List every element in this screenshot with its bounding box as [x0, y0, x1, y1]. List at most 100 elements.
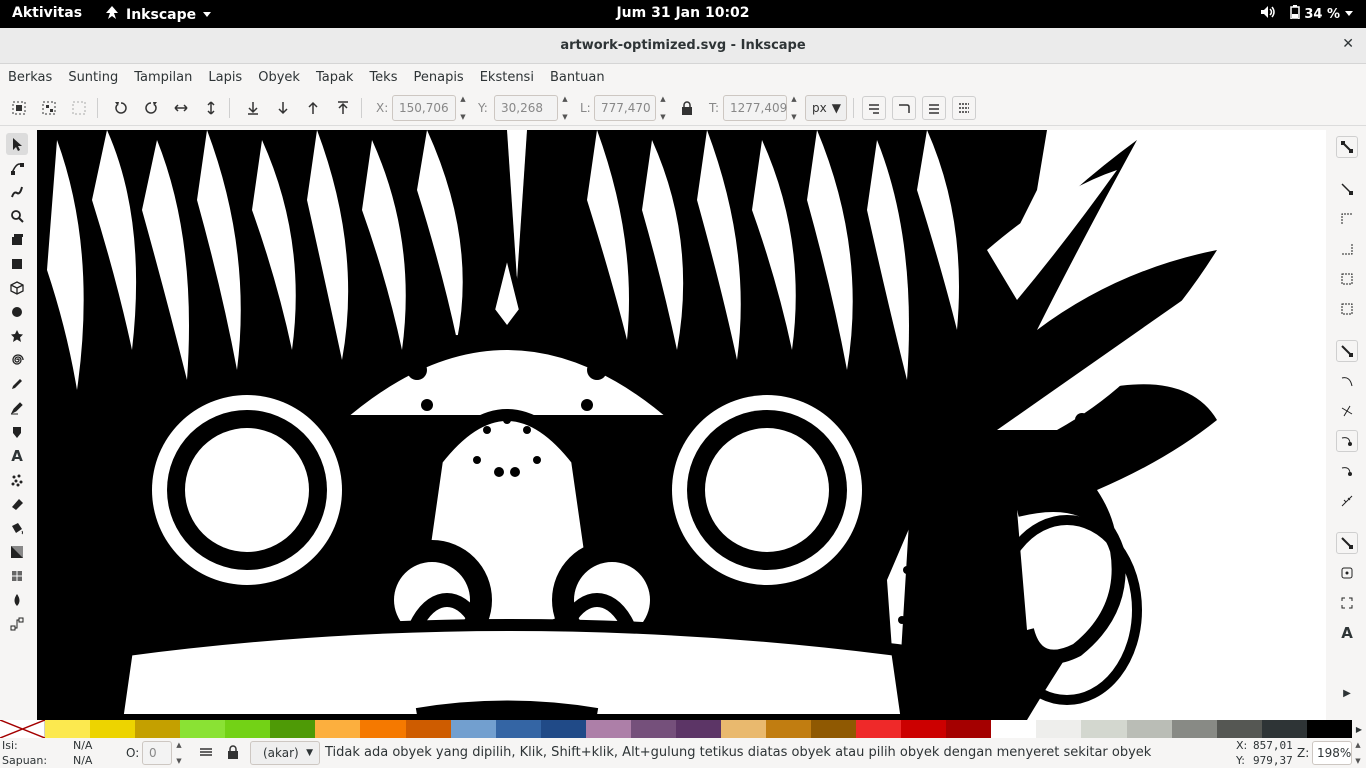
menu-ekstensi[interactable]: Ekstensi: [480, 70, 534, 85]
color-swatch[interactable]: [180, 720, 226, 738]
color-swatch[interactable]: [450, 720, 496, 738]
height-field[interactable]: 1277,409: [723, 95, 787, 121]
color-swatch[interactable]: [270, 720, 316, 738]
snap-bbox-icon[interactable]: [1336, 178, 1358, 200]
color-swatch[interactable]: [991, 720, 1037, 738]
ellipse-icon[interactable]: [6, 301, 28, 323]
x-field[interactable]: 150,706: [392, 95, 456, 121]
color-swatch[interactable]: [90, 720, 136, 738]
unit-select[interactable]: px ▼: [805, 95, 847, 121]
tweak-icon[interactable]: [6, 181, 28, 203]
color-swatch[interactable]: [630, 720, 676, 738]
color-swatch[interactable]: [856, 720, 902, 738]
color-swatch[interactable]: [1081, 720, 1127, 738]
width-field[interactable]: 777,470: [594, 95, 656, 121]
connector-icon[interactable]: [6, 613, 28, 635]
mesh-icon[interactable]: [6, 565, 28, 587]
stroke-value[interactable]: N/A: [73, 754, 92, 767]
close-icon[interactable]: ✕: [1342, 36, 1354, 52]
color-swatch[interactable]: [1306, 720, 1352, 738]
rotate-cw-icon[interactable]: [139, 96, 163, 120]
select-all-layers-icon[interactable]: [37, 96, 61, 120]
calligraphy-icon[interactable]: [6, 421, 28, 443]
zoom-field[interactable]: 198%: [1312, 741, 1352, 765]
node-icon[interactable]: [6, 157, 28, 179]
height-spinner[interactable]: ▲ ▼: [787, 95, 801, 121]
battery-indicator[interactable]: 34 %: [1290, 5, 1354, 23]
color-swatch[interactable]: [1036, 720, 1082, 738]
color-swatch[interactable]: [360, 720, 406, 738]
menu-berkas[interactable]: Berkas: [8, 70, 52, 85]
scale-stroke-icon[interactable]: [862, 96, 886, 120]
color-swatch[interactable]: [585, 720, 631, 738]
select-all-icon[interactable]: [7, 96, 31, 120]
star-icon[interactable]: [6, 325, 28, 347]
color-swatch[interactable]: [540, 720, 586, 738]
color-swatch[interactable]: [1216, 720, 1262, 738]
no-paint-swatch[interactable]: [0, 719, 46, 739]
activities-button[interactable]: Aktivitas: [12, 5, 82, 21]
color-swatch[interactable]: [45, 720, 91, 738]
x-spinner[interactable]: ▲ ▼: [456, 95, 470, 121]
spiral-icon[interactable]: [6, 349, 28, 371]
snap-rotation-center-icon[interactable]: [1336, 592, 1358, 614]
bucket-icon[interactable]: [6, 517, 28, 539]
pen-icon[interactable]: [6, 397, 28, 419]
snap-text-baseline-icon[interactable]: A: [1336, 622, 1358, 644]
color-swatch[interactable]: [1261, 720, 1307, 738]
snap-midpoint-icon[interactable]: [1336, 490, 1358, 512]
flip-horizontal-icon[interactable]: [169, 96, 193, 120]
menu-obyek[interactable]: Obyek: [258, 70, 300, 85]
color-swatch[interactable]: [901, 720, 947, 738]
color-swatch[interactable]: [766, 720, 812, 738]
snap-others-icon[interactable]: [1336, 532, 1358, 554]
color-swatch[interactable]: [1171, 720, 1217, 738]
gradient-icon[interactable]: [6, 541, 28, 563]
y-spinner[interactable]: ▲ ▼: [558, 95, 572, 121]
snap-cusp-icon[interactable]: [1336, 430, 1358, 452]
text-icon[interactable]: A: [6, 445, 28, 467]
measure-icon[interactable]: [6, 229, 28, 251]
opacity-field[interactable]: 0: [142, 741, 172, 765]
raise-to-top-icon[interactable]: [331, 96, 355, 120]
layer-lock-icon[interactable]: [227, 745, 239, 762]
lock-icon[interactable]: [675, 96, 699, 120]
menu-penapis[interactable]: Penapis: [413, 70, 463, 85]
dropper-icon[interactable]: [6, 589, 28, 611]
menu-sunting[interactable]: Sunting: [68, 70, 118, 85]
layer-select[interactable]: (akar) ▼: [250, 741, 320, 765]
snap-toggle-icon[interactable]: [1336, 136, 1358, 158]
deselect-icon[interactable]: [67, 96, 91, 120]
eraser-icon[interactable]: [6, 493, 28, 515]
app-menu-button[interactable]: Inkscape: [104, 5, 212, 25]
menu-lapis[interactable]: Lapis: [208, 70, 242, 85]
raise-icon[interactable]: [301, 96, 325, 120]
snap-smooth-icon[interactable]: [1336, 460, 1358, 482]
selector-icon[interactable]: [6, 133, 28, 155]
box3d-icon[interactable]: [6, 277, 28, 299]
zoom-spinner[interactable]: ▲ ▼: [1352, 741, 1364, 765]
snap-bbox-edge-icon[interactable]: [1336, 208, 1358, 230]
rotate-ccw-icon[interactable]: [109, 96, 133, 120]
menu-tapak[interactable]: Tapak: [316, 70, 354, 85]
color-swatch[interactable]: [495, 720, 541, 738]
snap-bbox-corner-icon[interactable]: [1336, 238, 1358, 260]
color-swatch[interactable]: [315, 720, 361, 738]
drawing-canvas[interactable]: [37, 130, 1326, 720]
clock[interactable]: Jum 31 Jan 10:02: [616, 5, 749, 21]
menu-teks[interactable]: Teks: [369, 70, 397, 85]
palette-scroll-icon[interactable]: ▶: [1352, 720, 1366, 738]
color-swatch[interactable]: [135, 720, 181, 738]
rect-icon[interactable]: [6, 253, 28, 275]
layers-icon[interactable]: [199, 745, 213, 762]
volume-icon[interactable]: [1260, 5, 1276, 23]
flip-vertical-icon[interactable]: [199, 96, 223, 120]
color-swatch[interactable]: [946, 720, 992, 738]
color-swatch[interactable]: [1126, 720, 1172, 738]
snap-bbox-center-icon[interactable]: [1336, 298, 1358, 320]
snap-intersection-icon[interactable]: [1336, 400, 1358, 422]
color-swatch[interactable]: [811, 720, 857, 738]
snap-path-icon[interactable]: [1336, 370, 1358, 392]
color-swatch[interactable]: [405, 720, 451, 738]
scale-patterns-icon[interactable]: [952, 96, 976, 120]
